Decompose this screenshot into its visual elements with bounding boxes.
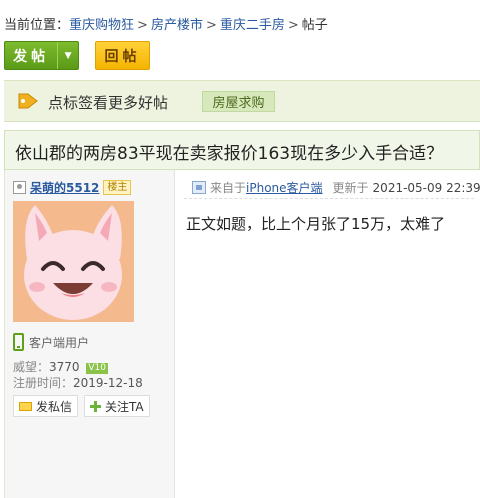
post-meta: 来自于 iPhone客户端 更新于 2021-05-09 22:39 [192,179,480,196]
reply-button[interactable]: 回帖 [95,41,150,70]
register-row: 注册时间：2019-12-18 [13,374,143,391]
breadcrumb-current: 帖子 [301,18,328,33]
follow-label: 关注TA [105,399,144,414]
mobile-client-icon [192,181,206,194]
op-badge: 楼主 [103,180,132,195]
tag-bar: 点标签看更多好帖 房屋求购 [4,80,480,122]
chevron-down-icon[interactable]: ▼ [57,42,78,69]
breadcrumb-link-forum[interactable]: 重庆购物狂 [69,18,134,33]
updated-time: 2021-05-09 22:39 [372,180,480,195]
tag-chip-housing[interactable]: 房屋求购 [202,91,275,112]
level-badge: V10 [86,363,108,374]
updated-label: 更新于 [332,181,369,195]
source-prefix: 来自于 [210,181,247,195]
avatar[interactable] [13,201,134,322]
post-content: 正文如题，比上个月张了15万，太难了 [186,215,446,233]
thread-title: 依山郡的两房83平现在卖家报价163现在多少入手合适？ [15,144,444,164]
author-name[interactable]: 呆萌的5512 [30,179,99,196]
breadcrumb-link-property[interactable]: 房产楼市 [151,18,203,33]
author-panel: 呆萌的5512 楼主 客户端用户 威望：3770 V10 注册时间：2019-1… [5,170,175,498]
post-body: 来自于 iPhone客户端 更新于 2021-05-09 22:39 正文如题，… [176,170,480,498]
source-client-link[interactable]: iPhone客户端 [246,179,323,196]
client-user-label: 客户端用户 [29,335,90,350]
send-message-label: 发私信 [36,399,73,414]
client-row: 客户端用户 [13,333,89,351]
tag-icon [18,93,38,109]
mail-icon [19,401,32,411]
register-date: 2019-12-18 [73,376,143,390]
new-post-label: 发帖 [13,48,50,65]
follow-button[interactable]: 关注TA [84,395,150,417]
thread-title-bar: 依山郡的两房83平现在卖家报价163现在多少入手合适？ [4,130,480,170]
breadcrumb-label: 当前位置： [4,18,70,33]
user-icon [13,181,26,194]
send-message-button[interactable]: 发私信 [13,395,79,417]
tag-bar-text: 点标签看更多好帖 [48,94,169,112]
reputation-row: 威望：3770 V10 [13,358,108,375]
meta-divider [184,198,474,199]
register-label: 注册时间： [13,376,74,390]
plus-icon [90,400,101,412]
breadcrumb-separator: > [137,18,148,33]
author-name-row: 呆萌的5512 楼主 [13,179,132,196]
phone-icon [13,333,24,351]
breadcrumb-separator: > [205,18,217,33]
breadcrumb-separator: > [287,18,299,33]
reputation-value: 3770 [49,360,80,374]
post: 呆萌的5512 楼主 客户端用户 威望：3770 V10 注册时间：2019-1… [4,170,480,498]
new-post-button[interactable]: 发帖 ▼ [4,41,79,70]
reputation-label: 威望： [13,360,50,374]
breadcrumb-link-secondhand[interactable]: 重庆二手房 [220,18,285,33]
breadcrumb: 当前位置：重庆购物狂 > 房产楼市 > 重庆二手房 > 帖子 [4,14,328,33]
